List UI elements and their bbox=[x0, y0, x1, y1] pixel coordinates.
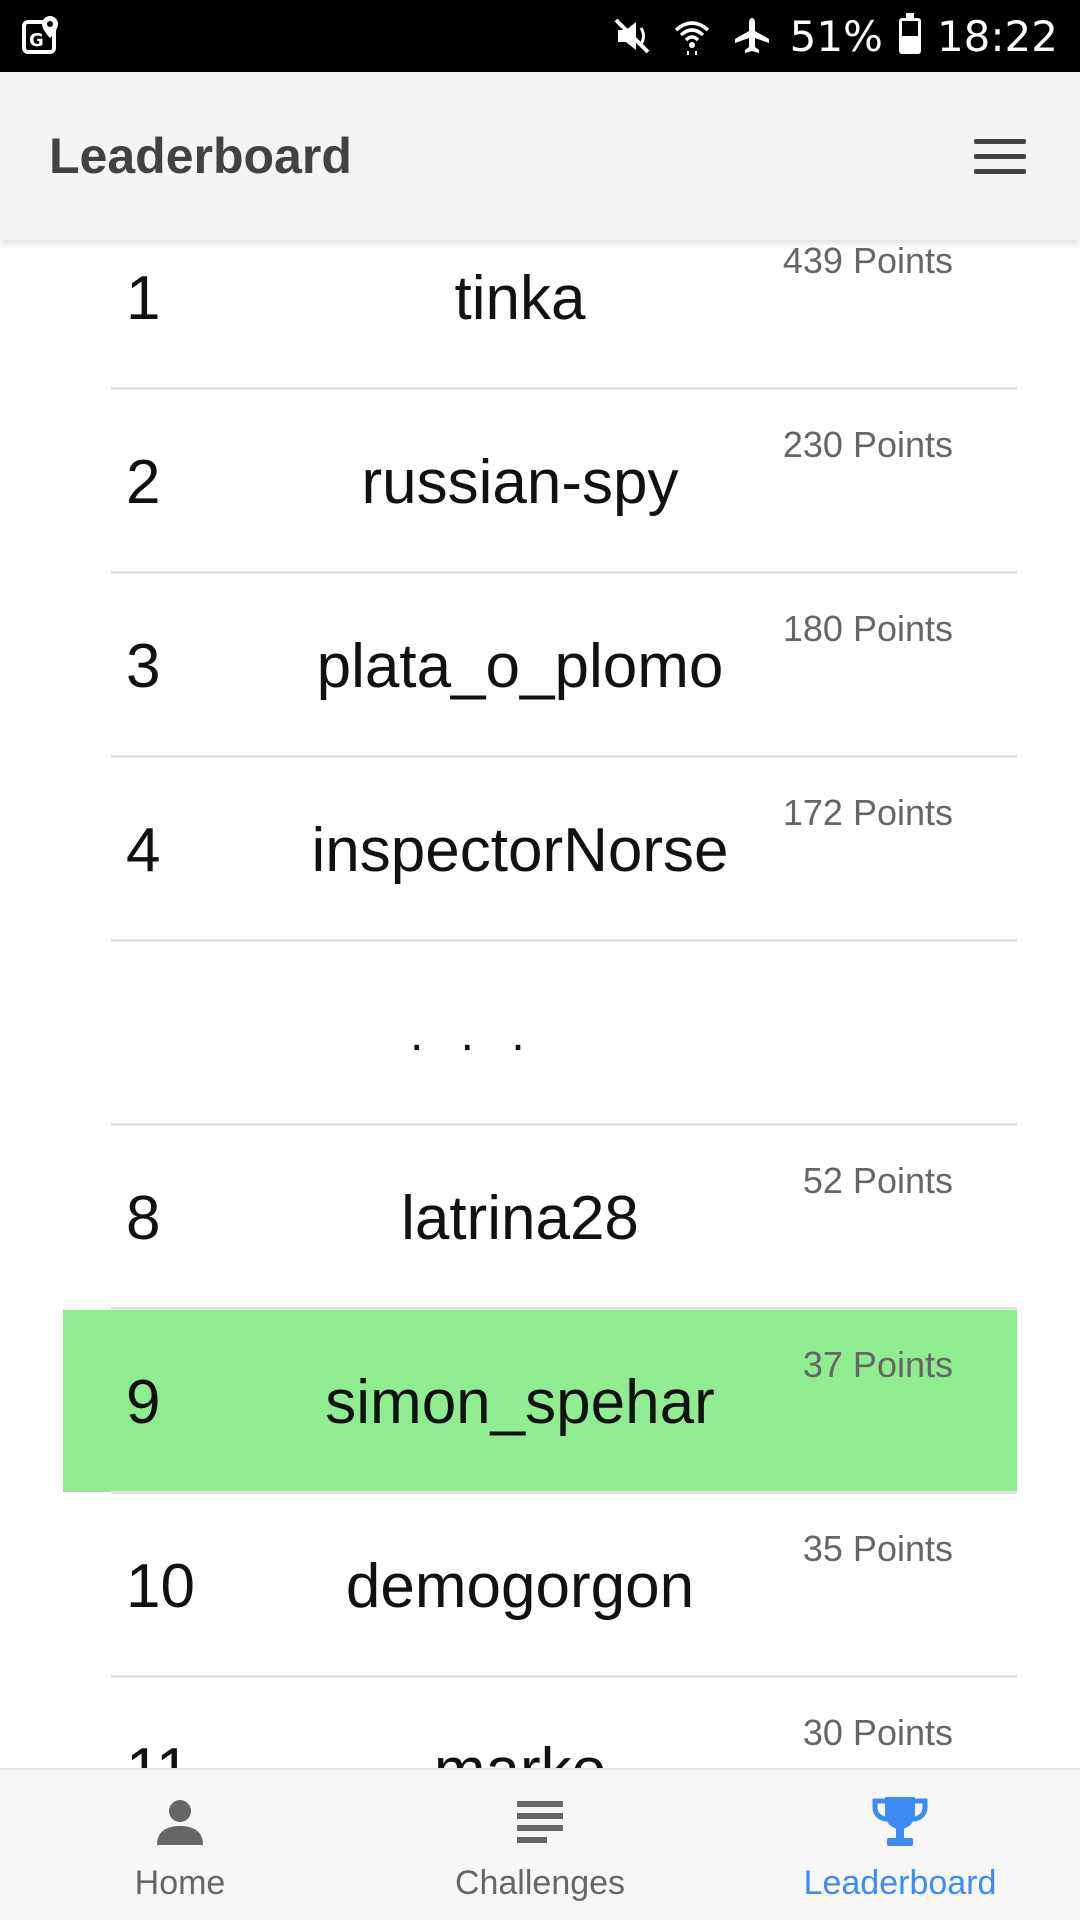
leaderboard-row[interactable]: 10 demogorgon 35 Points bbox=[0, 1494, 1080, 1678]
rank: 10 bbox=[126, 1551, 195, 1621]
app-bar: Leaderboard bbox=[0, 72, 1080, 240]
battery-icon bbox=[898, 13, 921, 54]
rank: 2 bbox=[126, 447, 161, 517]
points: 30 Points bbox=[802, 1712, 953, 1753]
leaderboard-list[interactable]: 1 tinka 439 Points 2 russian-spy 230 Poi… bbox=[0, 240, 1080, 1768]
status-time: 18:22 bbox=[936, 11, 1058, 61]
leaderboard-row-current-user[interactable]: 9 simon_spehar 37 Points bbox=[0, 1310, 1080, 1494]
person-icon bbox=[150, 1792, 210, 1852]
leaderboard-ellipsis-row: . . . bbox=[0, 942, 1080, 1126]
points: 37 Points bbox=[802, 1344, 953, 1385]
leaderboard-row[interactable]: 8 latrina28 52 Points bbox=[0, 1126, 1080, 1310]
maps-notification-icon: G bbox=[22, 14, 62, 56]
trophy-icon bbox=[870, 1792, 930, 1852]
status-icons: 51% 18:22 bbox=[610, 0, 1058, 72]
points: 172 Points bbox=[782, 792, 953, 833]
nav-home[interactable]: Home bbox=[0, 1770, 360, 1920]
wifi-icon bbox=[670, 14, 714, 58]
points: 439 Points bbox=[782, 240, 953, 281]
rank: 3 bbox=[126, 631, 161, 701]
nav-leaderboard-label: Leaderboard bbox=[803, 1864, 997, 1902]
username: russian-spy bbox=[361, 447, 679, 517]
username: plata_o_plomo bbox=[316, 631, 724, 701]
ellipsis: . . . bbox=[410, 1007, 537, 1061]
points: 52 Points bbox=[802, 1160, 953, 1201]
hamburger-menu-icon[interactable] bbox=[968, 124, 1032, 188]
points: 230 Points bbox=[782, 424, 953, 465]
username: latrina28 bbox=[401, 1183, 639, 1253]
username: marko bbox=[290, 1678, 750, 1769]
leaderboard-row[interactable]: 1 tinka 439 Points bbox=[0, 240, 1080, 390]
page-title: Leaderboard bbox=[49, 128, 352, 184]
nav-challenges-label: Challenges bbox=[454, 1864, 626, 1902]
list-icon bbox=[510, 1792, 570, 1852]
leaderboard-row[interactable]: 4 inspectorNorse 172 Points bbox=[0, 758, 1080, 942]
username: simon_spehar bbox=[325, 1367, 715, 1437]
rank: 11 bbox=[126, 1678, 190, 1769]
points: 180 Points bbox=[782, 608, 953, 649]
rank: 1 bbox=[126, 263, 161, 333]
bottom-navigation: Home Challenges Leaderboard bbox=[0, 1768, 1080, 1920]
rank: 8 bbox=[126, 1183, 161, 1253]
mute-icon bbox=[610, 14, 654, 58]
nav-home-label: Home bbox=[134, 1864, 226, 1902]
rank: 4 bbox=[126, 815, 161, 885]
leaderboard-row[interactable]: 11 marko 30 Points bbox=[0, 1678, 1080, 1768]
points: 35 Points bbox=[802, 1528, 953, 1569]
username: inspectorNorse bbox=[311, 815, 729, 885]
nav-leaderboard[interactable]: Leaderboard bbox=[720, 1770, 1080, 1920]
leaderboard-row[interactable]: 2 russian-spy 230 Points bbox=[0, 390, 1080, 574]
status-bar: G 51% 18:22 bbox=[0, 0, 1080, 72]
username: demogorgon bbox=[345, 1551, 695, 1621]
battery-percent: 51% bbox=[789, 11, 883, 61]
nav-challenges[interactable]: Challenges bbox=[360, 1770, 720, 1920]
airplane-icon bbox=[730, 14, 774, 58]
rank: 9 bbox=[126, 1367, 161, 1437]
leaderboard-row[interactable]: 3 plata_o_plomo 180 Points bbox=[0, 574, 1080, 758]
svg-text:G: G bbox=[29, 30, 44, 51]
username: tinka bbox=[454, 263, 586, 333]
